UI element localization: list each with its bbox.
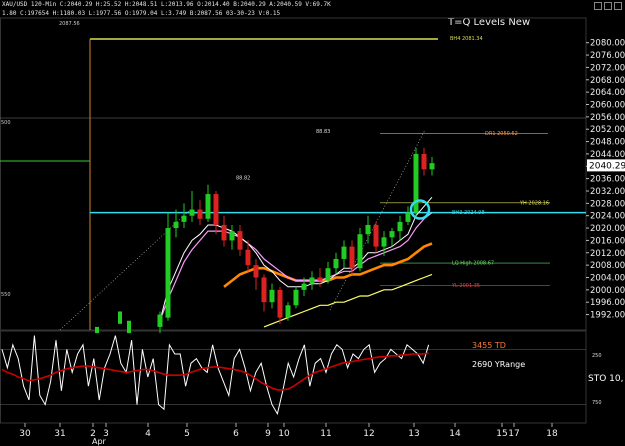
candle-body (277, 289, 283, 318)
candle-body (373, 224, 379, 247)
candle-body (389, 231, 395, 238)
x-tick-label: 14 (449, 429, 461, 439)
candle-body (421, 153, 427, 170)
level-label: LQ High 2008.67 (452, 261, 494, 267)
left-label-550: 550 (1, 292, 11, 298)
x-tick-label: 30 (19, 429, 31, 439)
x-tick-label: 12 (363, 429, 374, 439)
price-tick-label: 2012.000 (590, 249, 625, 259)
osc-label-td: 3455 TD (472, 341, 506, 350)
candle-body (197, 209, 203, 219)
price-tick-label: 1996.000 (590, 298, 625, 308)
level-label: BH3 2024.98 (452, 210, 485, 216)
price-tick-label: 2064.000 (590, 88, 625, 98)
price-tick-label: 1992.000 (590, 311, 625, 321)
annotation-label: 88.83 (316, 129, 330, 135)
chart-canvas: 2080.000 2076.000 2072.000 2068.000 2064.000… (0, 17, 625, 446)
candle-body (429, 163, 435, 170)
price-tick-label: 2008.000 (590, 261, 625, 271)
candle-body (213, 194, 219, 225)
candle-body (165, 228, 171, 318)
price-tick-label: 2060.000 (590, 100, 625, 110)
osc-label-yrange: 2690 YRange (472, 360, 525, 369)
candle-body (181, 215, 187, 222)
candle-body (341, 246, 347, 259)
candle-body (317, 277, 323, 281)
price-tick-label: 2028.000 (590, 199, 625, 209)
candle-body (245, 249, 251, 266)
price-tick-label: 2072.000 (590, 63, 625, 73)
x-tick-label: 13 (408, 429, 419, 439)
candle-body (221, 224, 227, 241)
level-label: DR1 2050.62 (485, 131, 518, 137)
candle-body (397, 221, 403, 232)
candle-body (237, 231, 243, 250)
price-tick-label: 2036.000 (590, 175, 625, 185)
price-axis: 2080.000 2076.000 2072.000 2068.000 2064.000… (586, 39, 625, 321)
price-tick-label: 2056.000 (590, 113, 625, 123)
candle-body (325, 268, 331, 281)
x-tick-label: 15 (496, 429, 507, 439)
candle-body (333, 258, 339, 269)
x-tick-label: 5 (184, 429, 190, 439)
price-tick-label: 2004.000 (590, 273, 625, 283)
ema-yellow-line (263, 273, 433, 328)
left-label-500: 500 (1, 120, 11, 126)
price-tick-label: 2068.000 (590, 76, 625, 86)
x-tick-label: 6 (233, 429, 239, 439)
candle-body (127, 320, 131, 334)
candle-body (261, 277, 267, 303)
price-tick-label: 2076.000 (590, 51, 625, 61)
current-price-label: 2040.29 (589, 161, 625, 171)
x-tick-label: 11 (320, 429, 331, 439)
candle-body (229, 231, 235, 241)
x-tick-label: 17 (508, 429, 519, 439)
candle-body (205, 194, 211, 219)
candle-body (269, 289, 275, 303)
annotation-label: 88.82 (236, 175, 250, 181)
price-tick-label: 2044.000 (590, 150, 625, 160)
x-tick-label: 18 (546, 429, 558, 439)
candle-body (357, 234, 363, 269)
candle-body (405, 212, 411, 222)
level-label-bh4: BH4 2081.34 (450, 36, 483, 42)
osc-tick: 750 (592, 400, 602, 406)
price-panel-frame (0, 17, 587, 331)
stoch-label: STO 10, (588, 374, 623, 384)
price-tick-label: 2000.000 (590, 286, 625, 296)
x-tick-label: 10 (278, 429, 290, 439)
level-label: YL 2001.35 (451, 283, 480, 289)
left-label-2087: 2087.56 (59, 21, 80, 27)
price-tick-label: 2080.000 (590, 39, 625, 49)
candle-body (253, 265, 259, 278)
candle-body (95, 326, 99, 334)
candle-body (349, 246, 355, 269)
level-label: YH 2028.16 (519, 200, 549, 206)
chart-window: XAU/USD 120-Min C:2040.29 H:25.52 H:2048… (0, 0, 625, 446)
price-tick-label: 2032.000 (590, 187, 625, 197)
x-tick-label: 9 (265, 429, 271, 439)
candle-body (157, 314, 163, 327)
candle-body (381, 237, 387, 247)
candle-body (173, 221, 179, 229)
price-tick-label: 2020.000 (590, 224, 625, 234)
candles (95, 147, 435, 334)
candle-body (118, 311, 122, 324)
price-tick-label: 2024.000 (590, 212, 625, 222)
price-tick-label: 2016.000 (590, 236, 625, 246)
price-tick-label: 2048.000 (590, 138, 625, 148)
candle-body (365, 224, 371, 235)
x-month-label: Apr (92, 437, 107, 446)
stochastic-k-line (1, 335, 430, 416)
candle-body (293, 289, 299, 306)
candle-body (189, 209, 195, 216)
candle-body (309, 277, 315, 284)
candle-body (285, 305, 291, 318)
candle-body (301, 283, 307, 290)
x-tick-label: 4 (145, 429, 151, 439)
price-tick-label: 2052.000 (590, 125, 625, 135)
x-tick-label: 31 (54, 429, 65, 439)
osc-tick: 250 (592, 353, 602, 359)
